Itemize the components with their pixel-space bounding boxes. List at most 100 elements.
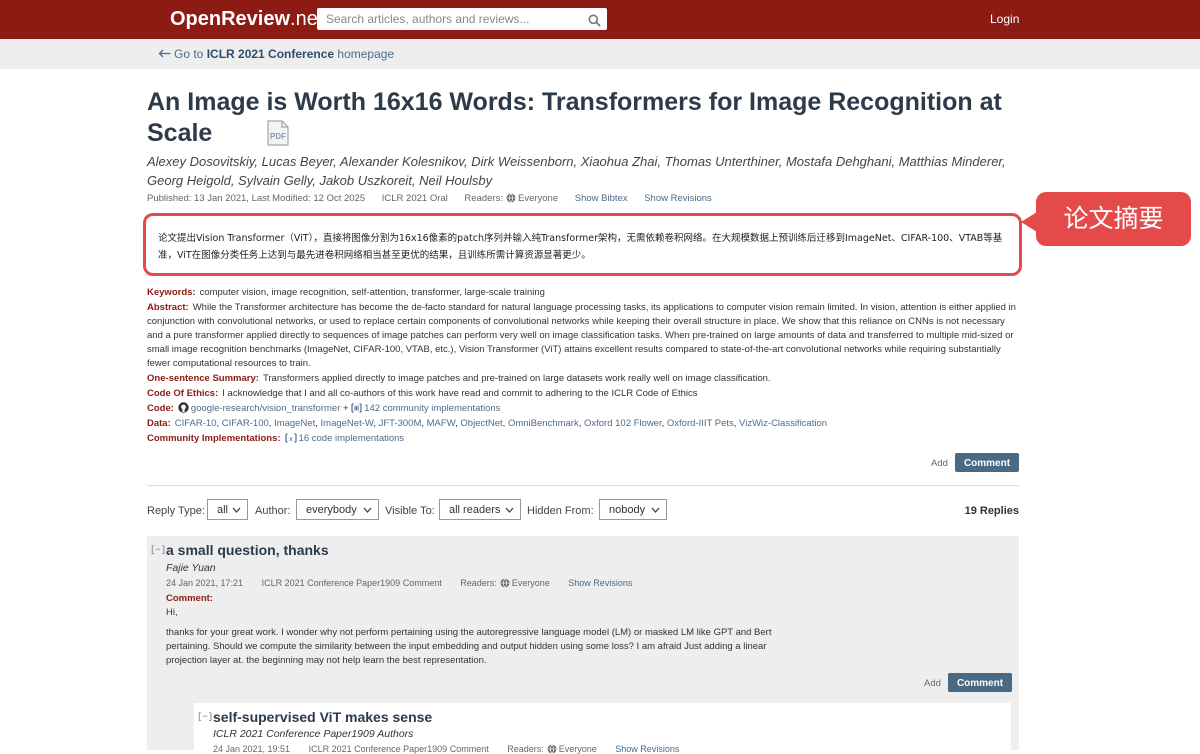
community-link[interactable]: 16 code implementations <box>299 433 405 444</box>
visible-to-value: all readers <box>449 504 501 516</box>
hidden-from-value: nobody <box>609 504 646 516</box>
show-revisions-link[interactable]: Show Revisions <box>644 193 712 204</box>
dataset-link[interactable]: VizWiz-Classification <box>739 418 827 429</box>
note-readers: Readers: Everyone <box>460 578 550 588</box>
readers-value: Everyone <box>517 193 559 204</box>
readers-value: Everyone <box>511 578 550 588</box>
code-of-ethics-field: Code Of Ethics: I acknowledge that I and … <box>147 387 1019 401</box>
dataset-link[interactable]: CIFAR-100 <box>222 418 269 429</box>
reply-count: 19 Replies <box>964 505 1019 517</box>
abstract-field: Abstract: While the Transformer architect… <box>147 301 1019 371</box>
chevron-down-icon <box>505 500 514 529</box>
collapse-toggle[interactable]: [−] <box>150 545 166 555</box>
code-repo-link[interactable]: google-research/vision_transformer <box>191 403 340 414</box>
venue-badge: ICLR 2021 Oral <box>381 193 448 204</box>
dataset-link[interactable]: CIFAR-10 <box>175 418 217 429</box>
collapse-toggle[interactable]: [−] <box>197 712 213 722</box>
openreview-logo[interactable]: OpenReview.net <box>170 8 323 31</box>
github-icon <box>178 402 189 413</box>
author-label: Author: <box>255 505 291 517</box>
readers-field: Readers: Everyone <box>464 193 558 204</box>
summary-annotation-box: 论文提出Vision Transformer（ViT），直接将图像分割为16x1… <box>143 213 1022 276</box>
paper-fields: Keywords: computer vision, image recognit… <box>147 286 1019 447</box>
dataset-link[interactable]: Oxford 102 Flower <box>584 418 662 429</box>
note-title: a small question, thanks <box>166 542 329 558</box>
community-label: Community Implementations: <box>147 433 281 444</box>
add-comment-button[interactable]: Comment <box>955 453 1019 472</box>
dataset-link[interactable]: ObjectNet <box>460 418 502 429</box>
reply-meta: 24 Jan 2021, 19:51 ICLR 2021 Conference … <box>213 744 695 754</box>
reply-author[interactable]: ICLR 2021 Conference Paper1909 Authors <box>213 728 413 740</box>
chevron-down-icon <box>363 500 372 529</box>
keywords-label: Keywords: <box>147 287 196 298</box>
dataset-link[interactable]: ImageNet-W <box>321 418 374 429</box>
hidden-from-select[interactable]: nobody <box>599 499 667 520</box>
paper-authors: Alexey Dosovitskiy, Lucas Beyer, Alexand… <box>147 154 1006 188</box>
section-divider <box>147 485 1019 486</box>
reply-type-value: all <box>217 504 229 516</box>
summary-value: Transformers applied directly to image p… <box>262 373 771 384</box>
arrow-left-icon <box>158 49 171 58</box>
summary-annotation-text: 论文提出Vision Transformer（ViT），直接将图像分割为16x1… <box>158 233 1003 261</box>
comment-label: Comment: <box>166 593 213 604</box>
search-input[interactable] <box>317 8 581 30</box>
brand-main: OpenReview <box>170 8 291 30</box>
dataset-link[interactable]: JFT-300M <box>379 418 422 429</box>
reply-title: self-supervised ViT makes sense <box>213 709 433 725</box>
globe-icon <box>500 578 510 588</box>
chevron-down-icon <box>651 500 660 529</box>
published-date: Published: 13 Jan 2021, Last Modified: 1… <box>147 193 366 204</box>
reply-filters: Reply Type: all Author: everybody Visibl… <box>147 499 1019 523</box>
reply-comment-button[interactable]: Comment <box>948 673 1012 692</box>
paper-meta: Published: 13 Jan 2021, Last Modified: 1… <box>147 193 726 204</box>
reply-type-select[interactable]: all <box>207 499 248 520</box>
pdf-icon[interactable]: PDF <box>266 120 290 150</box>
chevron-down-icon <box>232 500 241 529</box>
dataset-link[interactable]: MAFW <box>427 418 456 429</box>
venue-subheader: Go to ICLR 2021 Conference homepage <box>0 39 1200 69</box>
data-links: CIFAR-10, CIFAR-100, ImageNet, ImageNet-… <box>175 418 827 429</box>
code-plus: + <box>343 403 349 414</box>
one-sentence-summary-field: One-sentence Summary: Transformers applie… <box>147 372 1019 386</box>
note-author[interactable]: Fajie Yuan <box>166 562 216 574</box>
top-navbar: OpenReview.net Login <box>0 0 1200 39</box>
svg-text:x: x <box>289 436 293 443</box>
show-revisions-link[interactable]: Show Revisions <box>615 744 679 754</box>
hidden-from-label: Hidden From: <box>527 505 594 517</box>
add-label: Add <box>924 678 941 689</box>
reply-readers: Readers: Everyone <box>507 744 597 754</box>
code-community-link[interactable]: 142 community implementations <box>364 403 500 414</box>
note-meta: 24 Jan 2021, 17:21 ICLR 2021 Conference … <box>166 578 648 588</box>
back-to-venue-link[interactable]: Go to ICLR 2021 Conference homepage <box>158 47 394 61</box>
reply-invitation: ICLR 2021 Conference Paper1909 Comment <box>308 744 489 754</box>
papers-with-code-icon: x <box>284 433 297 443</box>
papers-with-code-icon <box>351 403 362 413</box>
dataset-link[interactable]: OmniBenchmark <box>508 418 579 429</box>
dataset-link[interactable]: Oxford-IIIT Pets <box>667 418 734 429</box>
pdf-icon-label: PDF <box>270 132 286 141</box>
summary-label: One-sentence Summary: <box>147 373 259 384</box>
login-link[interactable]: Login <box>990 12 1019 26</box>
visible-to-label: Visible To: <box>385 505 435 517</box>
reply-type-label: Reply Type: <box>147 505 205 517</box>
search-icon[interactable] <box>588 12 601 31</box>
summary-callout-label: 论文摘要 <box>1036 192 1191 246</box>
show-bibtex-link[interactable]: Show Bibtex <box>575 193 628 204</box>
reply-date: 24 Jan 2021, 19:51 <box>213 744 291 754</box>
back-suffix: homepage <box>334 47 395 61</box>
community-implementations-field: Community Implementations: x 16 code imple… <box>147 432 1019 446</box>
comment-body: Hi, thanks for your great work. I wonder… <box>166 606 806 676</box>
ethics-value: I acknowledge that I and all co-authors … <box>222 388 698 399</box>
dataset-link[interactable]: ImageNet <box>274 418 315 429</box>
show-revisions-link[interactable]: Show Revisions <box>568 578 632 588</box>
keywords-field: Keywords: computer vision, image recognit… <box>147 286 1019 300</box>
readers-value: Everyone <box>558 744 597 754</box>
callout-pointer <box>1021 212 1037 232</box>
comment-text: thanks for your great work. I wonder why… <box>166 627 772 666</box>
visible-to-select[interactable]: all readers <box>439 499 521 520</box>
add-label: Add <box>931 458 948 469</box>
globe-icon <box>506 193 516 203</box>
author-select[interactable]: everybody <box>296 499 379 520</box>
back-prefix: Go to <box>174 47 207 61</box>
globe-icon <box>547 744 557 754</box>
